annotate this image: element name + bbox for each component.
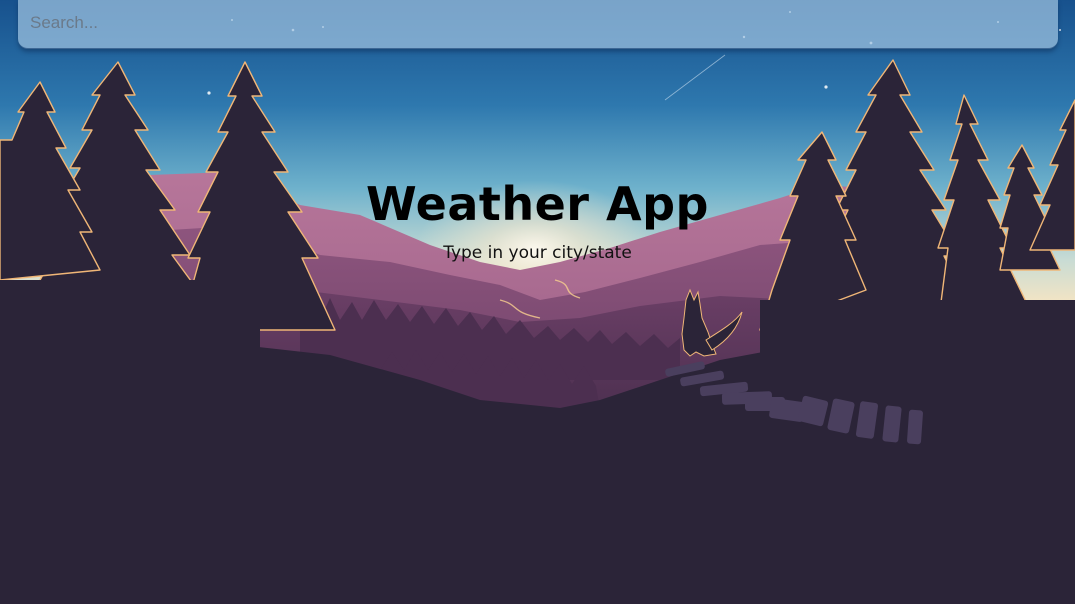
hero-section: Weather App Type in your city/state — [0, 176, 1075, 264]
page-subtitle: Type in your city/state — [443, 243, 632, 263]
search-input[interactable] — [18, 0, 1058, 48]
page-title: Weather App — [366, 177, 709, 231]
landscape-illustration — [0, 0, 1075, 604]
background-landscape — [0, 0, 1075, 604]
search-bar — [18, 0, 1058, 49]
